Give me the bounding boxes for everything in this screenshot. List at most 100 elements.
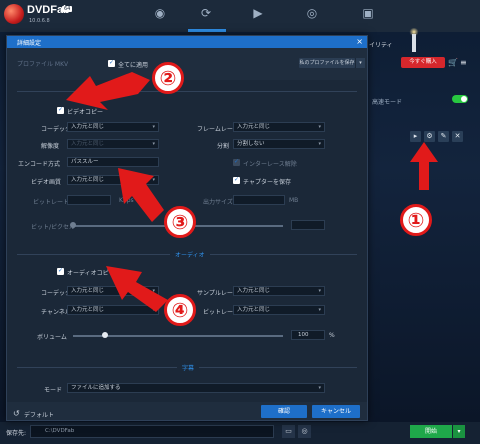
fast-mode-label: 高速モード bbox=[372, 99, 403, 106]
chevron-down-icon: ▾ bbox=[152, 124, 155, 130]
output-size-unit: MB bbox=[289, 197, 299, 204]
resolution-value: 入力元と同じ bbox=[71, 141, 105, 147]
video-copy-label: ビデオコピー bbox=[67, 109, 104, 116]
settings-wrench-icon[interactable]: ⚙ bbox=[424, 131, 435, 142]
video-quality-label: ビデオ画質 bbox=[31, 179, 62, 186]
chevron-down-icon: ▾ bbox=[318, 141, 321, 147]
default-button[interactable]: デフォルト bbox=[24, 410, 54, 419]
video-bitrate-label: ビットレート bbox=[33, 199, 70, 206]
video-section-divider bbox=[17, 91, 357, 92]
start-dropdown-button[interactable]: ▾ bbox=[453, 425, 465, 438]
video-quality-select[interactable]: 入力元と同じ ▾ bbox=[67, 175, 159, 185]
annotation-2: ② bbox=[152, 62, 184, 94]
copy-tab-icon[interactable]: ◉ bbox=[152, 6, 168, 20]
video-codec-value: 入力元と同じ bbox=[71, 124, 105, 130]
chevron-down-icon: ▾ bbox=[152, 141, 155, 147]
bpp-input[interactable] bbox=[291, 220, 325, 230]
subtitle-section-title: 字幕 bbox=[177, 363, 200, 372]
save-path-field[interactable]: C:\DVDFab bbox=[30, 425, 274, 438]
buy-now-button[interactable]: 今すぐ購入 bbox=[401, 57, 445, 68]
save-profile-dropdown[interactable]: ▾ bbox=[355, 58, 365, 68]
ok-button[interactable]: 確認 bbox=[261, 405, 307, 418]
dialog-titlebar: 詳細設定 × bbox=[7, 36, 367, 48]
apply-all-checkbox[interactable] bbox=[108, 59, 115, 67]
apply-all-label: 全てに適用 bbox=[118, 62, 149, 69]
chevron-down-icon: ▾ bbox=[152, 307, 155, 313]
save-chapter-label: チャプターを保存 bbox=[243, 179, 291, 186]
annotation-4: ④ bbox=[164, 294, 196, 326]
save-to-label: 保存先: bbox=[6, 430, 27, 437]
channel-value: 入力元と同じ bbox=[71, 307, 105, 313]
brand-tag: 64 bbox=[62, 6, 73, 12]
app-topbar: DVDFab 64 10.0.6.8 ◉ ⟳ ▶ ◎ ▣ bbox=[0, 0, 480, 32]
audio-copy-label: オーディオコピー bbox=[67, 270, 115, 277]
profile-name: プロファイル MKV bbox=[17, 61, 69, 68]
annotation-1: ① bbox=[400, 204, 432, 236]
iso-icon[interactable]: ◎ bbox=[298, 425, 311, 438]
close-icon[interactable]: × bbox=[356, 37, 363, 47]
fast-mode-toggle[interactable] bbox=[452, 95, 468, 103]
chevron-down-icon: ▾ bbox=[318, 288, 321, 294]
chevron-down-icon: ▾ bbox=[152, 177, 155, 183]
volume-slider-knob[interactable] bbox=[101, 332, 108, 338]
subtitle-mode-select[interactable]: ファイルに追加する ▾ bbox=[67, 383, 325, 393]
channel-select[interactable]: 入力元と同じ ▾ bbox=[67, 305, 159, 315]
volume-unit: % bbox=[329, 332, 335, 339]
audio-section-title: オーディオ bbox=[170, 250, 210, 259]
audio-copy-checkbox[interactable] bbox=[57, 267, 64, 275]
audio-codec-value: 入力元と同じ bbox=[71, 288, 105, 294]
deinterlace-label: インターレース解除 bbox=[243, 161, 297, 168]
utility-hint: イリティ bbox=[369, 42, 393, 49]
audio-bitrate-select[interactable]: 入力元と同じ ▾ bbox=[233, 305, 325, 315]
volume-label: ボリューム bbox=[37, 334, 67, 341]
converter-tab-icon[interactable]: ▶ bbox=[250, 6, 266, 20]
samplerate-select[interactable]: 入力元と同じ ▾ bbox=[233, 286, 325, 296]
subtitle-mode-value: ファイルに追加する bbox=[71, 385, 121, 391]
encode-method-select[interactable]: パススルー bbox=[67, 157, 159, 167]
ripper-tab-icon[interactable]: ⟳ bbox=[198, 6, 214, 20]
play-icon[interactable]: ▸ bbox=[410, 131, 421, 142]
deinterlace-checkbox[interactable] bbox=[233, 158, 240, 166]
reset-icon[interactable]: ↺ bbox=[13, 409, 20, 418]
video-bitrate-unit: Kbps bbox=[119, 197, 134, 204]
save-chapter-checkbox[interactable] bbox=[233, 176, 240, 184]
cancel-button[interactable]: キャンセル bbox=[312, 405, 360, 418]
utility-tab-icon[interactable]: ▣ bbox=[360, 6, 376, 20]
video-quality-value: 入力元と同じ bbox=[71, 177, 105, 183]
chevron-down-icon: ▾ bbox=[152, 288, 155, 294]
bpp-slider-knob[interactable] bbox=[70, 222, 76, 228]
output-size-label: 出力サイズ bbox=[203, 199, 233, 206]
dvdfab-logo-icon bbox=[4, 4, 24, 24]
framerate-value: 入力元と同じ bbox=[237, 124, 271, 130]
framerate-select[interactable]: 入力元と同じ ▾ bbox=[233, 122, 325, 132]
audio-bitrate-value: 入力元と同じ bbox=[237, 307, 271, 313]
creator-tab-icon[interactable]: ◎ bbox=[304, 6, 320, 20]
encode-method-label: エンコード方式 bbox=[18, 161, 61, 168]
audio-codec-select[interactable]: 入力元と同じ ▾ bbox=[67, 286, 159, 296]
volume-input[interactable]: 100 bbox=[291, 330, 325, 340]
samplerate-value: 入力元と同じ bbox=[237, 288, 271, 294]
cart-icon[interactable]: 🛒 bbox=[448, 58, 458, 67]
start-button[interactable]: 開始 bbox=[410, 425, 452, 438]
menu-icon[interactable]: ≡ bbox=[460, 58, 467, 67]
split-label: 分割 bbox=[217, 143, 230, 150]
folder-icon[interactable]: ▭ bbox=[282, 425, 295, 438]
split-select[interactable]: 分割しない ▾ bbox=[233, 139, 325, 149]
edit-icon[interactable]: ✎ bbox=[438, 131, 449, 142]
save-profile-button[interactable]: 私のプロファイルを保存 bbox=[299, 58, 355, 68]
remove-icon[interactable]: ✕ bbox=[452, 131, 463, 142]
encode-method-value: パススルー bbox=[71, 159, 99, 165]
bpp-label: ビット/ピクセル bbox=[31, 224, 76, 231]
resolution-select[interactable]: 入力元と同じ ▾ bbox=[67, 139, 159, 149]
chevron-down-icon: ▾ bbox=[318, 124, 321, 130]
annotation-3: ③ bbox=[164, 206, 196, 238]
video-codec-select[interactable]: 入力元と同じ ▾ bbox=[67, 122, 159, 132]
resolution-label: 解像度 bbox=[41, 143, 60, 150]
dialog-title: 詳細設定 bbox=[17, 40, 42, 47]
subtitle-mode-label: モード bbox=[44, 387, 63, 394]
video-copy-checkbox[interactable] bbox=[57, 106, 64, 114]
video-bitrate-input[interactable] bbox=[67, 195, 111, 205]
app-version: 10.0.6.8 bbox=[29, 18, 50, 24]
chevron-down-icon: ▾ bbox=[318, 307, 321, 313]
output-size-input[interactable] bbox=[233, 195, 285, 205]
